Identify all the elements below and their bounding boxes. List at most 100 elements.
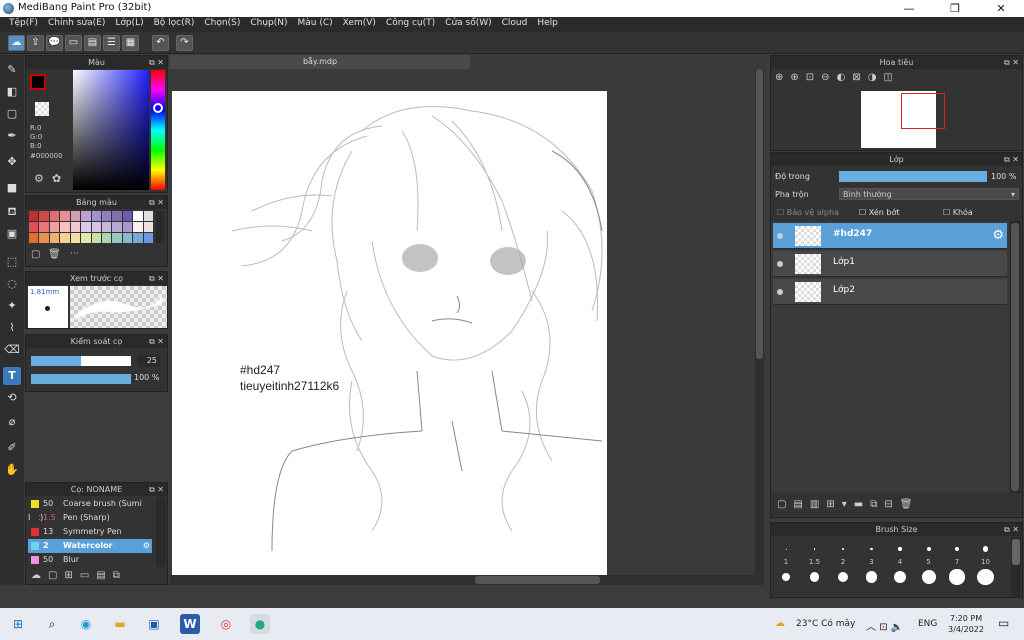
- fit-window-icon[interactable]: ⊠: [852, 72, 867, 83]
- canvas-text[interactable]: #hd247 tieuyeitinh27112k6: [240, 362, 339, 394]
- brush-copy-icon[interactable]: ⧉: [113, 570, 127, 581]
- gear-icon[interactable]: ⚙: [143, 539, 150, 553]
- palette-swatch[interactable]: [60, 233, 70, 243]
- palette-swatch[interactable]: [143, 211, 153, 221]
- brush-new-icon[interactable]: ▢: [48, 570, 64, 581]
- palette-swatch[interactable]: [39, 211, 49, 221]
- chat-icon[interactable]: ▭: [65, 35, 82, 51]
- primary-color-swatch[interactable]: [30, 74, 46, 90]
- fill-rect-tool-icon[interactable]: ■: [3, 179, 21, 197]
- operation-tool-icon[interactable]: ⟲: [3, 389, 21, 407]
- weather-text[interactable]: 23°C Có mây: [796, 619, 855, 629]
- file-explorer-icon[interactable]: ▬: [110, 614, 130, 634]
- menu-view[interactable]: Xem(V): [338, 17, 381, 32]
- clip-checkbox[interactable]: ☐ Xén bớt: [859, 208, 899, 217]
- add-layer-menu-icon[interactable]: ⊞▾: [826, 499, 853, 510]
- palette-swatch[interactable]: [112, 222, 122, 232]
- edge-browser-icon[interactable]: ◉: [76, 614, 96, 634]
- lock-checkbox[interactable]: ☐ Khóa: [943, 208, 973, 217]
- select-pen-icon[interactable]: ⌇: [3, 319, 21, 337]
- brush-size-slider[interactable]: [31, 356, 131, 366]
- palette-swatch[interactable]: [101, 211, 112, 221]
- eraser-tool-icon[interactable]: ◧: [3, 83, 21, 101]
- navigator-thumbnail[interactable]: [861, 91, 945, 148]
- menu-help[interactable]: Help: [532, 17, 563, 32]
- new-layer-8bit-icon[interactable]: ▤: [793, 499, 809, 510]
- store-icon[interactable]: ▣: [144, 614, 164, 634]
- panel-close-icon[interactable]: ⧉ ✕: [149, 483, 164, 496]
- brush-size-scrollbar[interactable]: [1011, 537, 1021, 597]
- navigator-viewport[interactable]: [901, 93, 945, 129]
- panel-close-icon[interactable]: ⧉ ✕: [149, 272, 164, 285]
- menu-select[interactable]: Chọn(S): [199, 17, 245, 32]
- palette-swatch[interactable]: [49, 222, 60, 232]
- palette-swatch[interactable]: [70, 222, 81, 232]
- menu-window[interactable]: Cửa sổ(W): [440, 17, 496, 32]
- panel-close-icon[interactable]: ⧉ ✕: [149, 335, 164, 348]
- rotate-right-icon[interactable]: ◑: [868, 72, 884, 83]
- palette-swatch[interactable]: [122, 211, 133, 221]
- brush-size-cell[interactable]: 10: [973, 541, 999, 586]
- layer-opacity-slider[interactable]: [839, 171, 987, 182]
- palette-grid[interactable]: [29, 211, 153, 243]
- brush-opacity-slider[interactable]: [31, 374, 131, 384]
- zoom-in-icon[interactable]: ⊕: [790, 72, 805, 83]
- brush-list-item[interactable]: 13 Symmetry Pen: [28, 525, 152, 539]
- brush-opacity-value[interactable]: 100 %: [134, 373, 159, 382]
- word-icon[interactable]: W: [180, 614, 200, 634]
- layer-item[interactable]: Lớp2: [773, 279, 1007, 305]
- palette-swatch[interactable]: [81, 222, 91, 232]
- move-tool-icon[interactable]: ✥: [3, 153, 21, 171]
- palette-swatch[interactable]: [122, 222, 133, 232]
- menu-filter[interactable]: Bộ lọc(R): [149, 17, 200, 32]
- palette-scrollbar[interactable]: [156, 211, 164, 243]
- brush-folder-icon[interactable]: ▤: [96, 570, 112, 581]
- eye-icon[interactable]: [777, 261, 783, 267]
- menu-snap[interactable]: Chụp(N): [245, 17, 292, 32]
- palette-swatch[interactable]: [60, 222, 70, 232]
- brush-cloud-icon[interactable]: ☁: [31, 570, 48, 581]
- menu-color[interactable]: Màu (C): [293, 17, 338, 32]
- palette-swatch[interactable]: [70, 233, 81, 243]
- brush-list-item[interactable]: 50Coarse brush (Sumi Ink): [28, 497, 152, 522]
- brush-size-scroll-thumb[interactable]: [1012, 539, 1020, 565]
- brush-list-item[interactable]: 50 Blur: [28, 553, 152, 567]
- palette-swatch[interactable]: [143, 233, 153, 243]
- brush-size-cell[interactable]: 3: [859, 541, 885, 583]
- search-icon[interactable]: ⌕: [42, 614, 62, 634]
- palette-swatch[interactable]: [70, 211, 81, 221]
- layer-scroll-thumb[interactable]: [1011, 223, 1019, 491]
- vertical-scroll-thumb[interactable]: [756, 69, 763, 359]
- palette-swatch[interactable]: [29, 222, 39, 232]
- palette-swatch[interactable]: [49, 211, 60, 221]
- undo-icon[interactable]: ↶: [152, 35, 169, 51]
- brush-size-cell[interactable]: 1: [773, 541, 799, 581]
- brush-size-cell[interactable]: 4: [887, 541, 913, 584]
- menu-cloud[interactable]: Cloud: [497, 17, 533, 32]
- chevron-up-icon[interactable]: ︿: [866, 622, 876, 633]
- bucket-tool-icon[interactable]: ⛾: [3, 203, 21, 221]
- panel-close-icon[interactable]: ⧉ ✕: [1004, 153, 1019, 166]
- secondary-color-swatch[interactable]: [35, 102, 49, 116]
- new-palette-icon[interactable]: ▢: [31, 249, 40, 260]
- brush-size-cell[interactable]: 7: [944, 541, 970, 585]
- flip-icon[interactable]: ◫: [883, 72, 899, 83]
- layer-item[interactable]: #hd247 ⚙: [773, 223, 1007, 249]
- panel-close-icon[interactable]: ⧉ ✕: [1004, 523, 1019, 536]
- clock[interactable]: 7:20 PM 3/4/2022: [946, 613, 986, 635]
- medibang-taskbar-icon[interactable]: ●: [250, 614, 270, 634]
- pen-tool-icon[interactable]: ✒: [3, 127, 21, 145]
- palette-swatch[interactable]: [49, 233, 60, 243]
- horizontal-scrollbar[interactable]: [170, 575, 755, 585]
- chrome-icon[interactable]: ◎: [216, 614, 236, 634]
- menu-edit[interactable]: Chỉnh sửa(E): [43, 17, 110, 32]
- grid-icon[interactable]: ▦: [122, 35, 139, 51]
- brush-list-item[interactable]: 1.5 Pen (Sharp): [28, 511, 152, 525]
- horizontal-scroll-thumb[interactable]: [475, 576, 600, 584]
- palette-swatch[interactable]: [101, 233, 112, 243]
- brush-import-icon[interactable]: ▭: [80, 570, 96, 581]
- drawing-canvas[interactable]: #hd247 tieuyeitinh27112k6: [172, 91, 607, 583]
- color-palette-icon[interactable]: ✿: [52, 172, 61, 185]
- blend-mode-select[interactable]: Bình thường ▾: [839, 188, 1019, 200]
- duplicate-layer-icon[interactable]: ⧉: [870, 499, 884, 510]
